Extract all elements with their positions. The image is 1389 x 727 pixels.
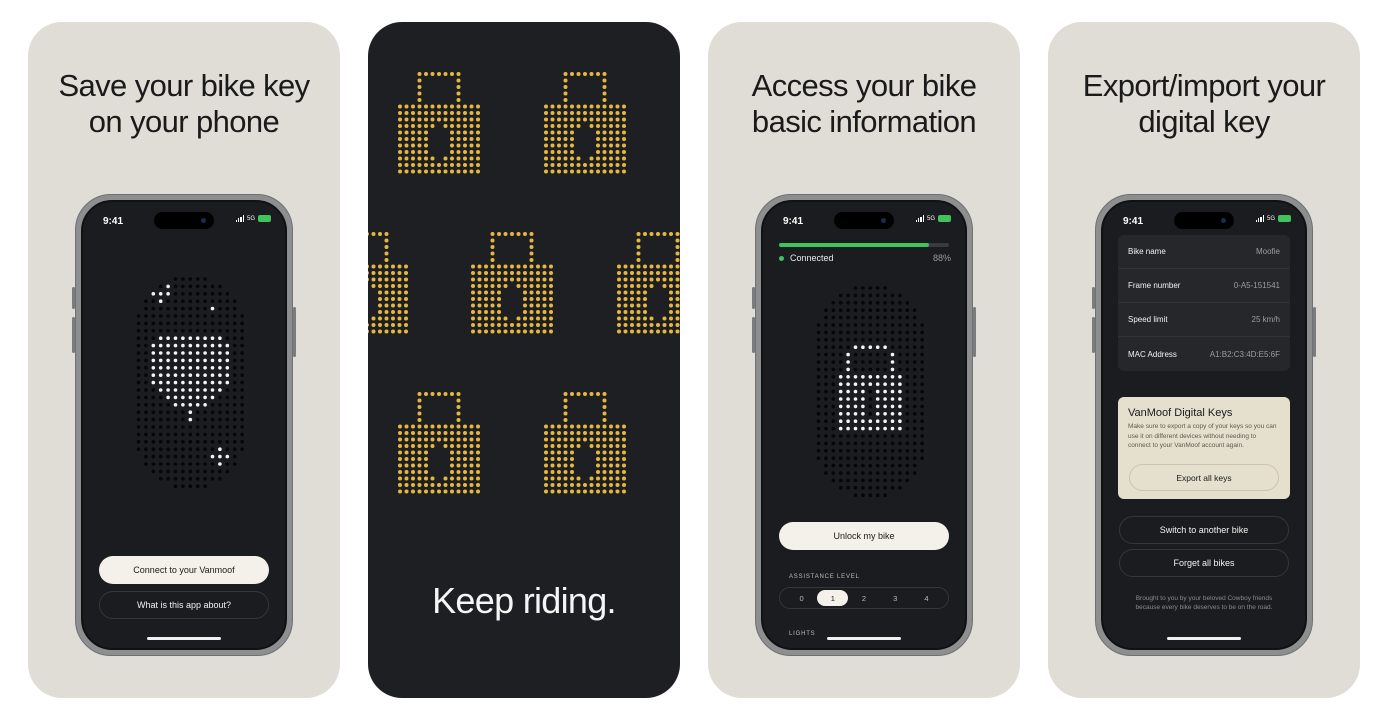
- network-label: 5G: [246, 215, 255, 222]
- phone-mockup: 9:41 5G Connected 88% Unlock my bike ASS…: [752, 194, 976, 656]
- connected-status-dot: [779, 255, 784, 261]
- network-label: 5G: [926, 215, 935, 222]
- battery-progress-fill: [779, 243, 929, 247]
- assistance-level-label: ASSISTANCE LEVEL: [789, 574, 860, 580]
- info-row-bike-name: Bike name Moofie: [1118, 235, 1290, 269]
- info-row-frame-number: Frame number 0-A5-151541: [1118, 269, 1290, 303]
- phone-screen: 9:41 5G Connect to your Vanmoof What is …: [81, 200, 287, 650]
- assistance-level-option[interactable]: 1: [817, 590, 849, 606]
- digital-keys-description: Make sure to export a copy of your keys …: [1128, 423, 1277, 449]
- panel-headline: Access your bike basic information: [751, 68, 977, 139]
- home-indicator: [147, 637, 221, 640]
- battery-icon: [1278, 215, 1291, 222]
- forget-bikes-button[interactable]: Forget all bikes: [1119, 549, 1289, 577]
- lock-dot-matrix-illustration: [816, 286, 924, 497]
- screenshot-panel-save-key: Save your bike key on your phone 9:41 5G…: [28, 22, 340, 698]
- footer-credits: Brought to you by your beloved Cowboy fr…: [1135, 595, 1273, 611]
- battery-percent: 88%: [932, 253, 951, 263]
- signal-icon: [915, 215, 924, 222]
- status-time: 9:41: [1123, 216, 1144, 227]
- info-row-speed-limit: Speed limit 25 km/h: [1118, 303, 1290, 337]
- battery-icon: [258, 215, 271, 222]
- connection-row: Connected 88%: [779, 253, 951, 263]
- assistance-level-option[interactable]: 3: [880, 590, 911, 606]
- bike-info-table: Bike name Moofie Frame number 0-A5-15154…: [1118, 235, 1290, 371]
- status-time: 9:41: [783, 216, 804, 227]
- connect-vanmoof-button[interactable]: Connect to your Vanmoof: [99, 556, 269, 584]
- heart-dot-matrix-illustration: [136, 277, 244, 488]
- phone-screen: 9:41 5G Connected 88% Unlock my bike ASS…: [761, 200, 967, 650]
- battery-icon: [938, 215, 951, 222]
- battery-progress-bar: [779, 243, 949, 247]
- status-time: 9:41: [103, 216, 124, 227]
- panel-headline: Export/import your digital key: [1082, 68, 1326, 139]
- home-indicator: [827, 637, 901, 640]
- screenshot-panel-export-key: Export/import your digital key 9:41 5G B…: [1048, 22, 1360, 698]
- switch-bike-button[interactable]: Switch to another bike: [1119, 516, 1289, 544]
- phone-mockup: 9:41 5G Connect to your Vanmoof What is …: [72, 194, 296, 656]
- export-all-keys-button[interactable]: Export all keys: [1129, 464, 1279, 491]
- phone-mockup: 9:41 5G Bike name Moofie Frame number 0-…: [1092, 194, 1316, 656]
- info-row-mac-address: MAC Address A1:B2:C3:4D:E5:6F: [1128, 349, 1280, 359]
- tagline-keep-riding: Keep riding.: [432, 580, 616, 621]
- dynamic-island: [154, 212, 214, 229]
- assistance-level-option[interactable]: 4: [911, 590, 942, 606]
- assistance-level-option[interactable]: 2: [848, 590, 879, 606]
- panel-headline: Save your bike key on your phone: [58, 68, 310, 139]
- digital-keys-card: VanMoof Digital Keys Make sure to export…: [1118, 397, 1290, 499]
- lights-label: LIGHTS: [789, 631, 816, 637]
- signal-icon: [1255, 215, 1264, 222]
- network-label: 5G: [1266, 215, 1275, 222]
- digital-keys-title: VanMoof Digital Keys: [1128, 407, 1233, 419]
- phone-screen: 9:41 5G Bike name Moofie Frame number 0-…: [1101, 200, 1307, 650]
- signal-icon: [235, 215, 244, 222]
- assistance-level-option[interactable]: 0: [786, 590, 817, 606]
- connection-status: Connected: [790, 253, 834, 263]
- about-app-button[interactable]: What is this app about?: [99, 591, 269, 619]
- lock-dot-pattern-illustration: [368, 72, 680, 494]
- dynamic-island: [1174, 212, 1234, 229]
- screenshot-panel-bike-info: Access your bike basic information 9:41 …: [708, 22, 1020, 698]
- status-bar: 9:41 5G: [763, 202, 965, 242]
- status-bar: 9:41 5G: [83, 202, 285, 242]
- home-indicator: [1167, 637, 1241, 640]
- unlock-bike-button[interactable]: Unlock my bike: [779, 522, 949, 550]
- dynamic-island: [834, 212, 894, 229]
- screenshot-panel-keep-riding: Keep riding.: [368, 22, 680, 698]
- assistance-level-selector[interactable]: 01234: [779, 587, 949, 609]
